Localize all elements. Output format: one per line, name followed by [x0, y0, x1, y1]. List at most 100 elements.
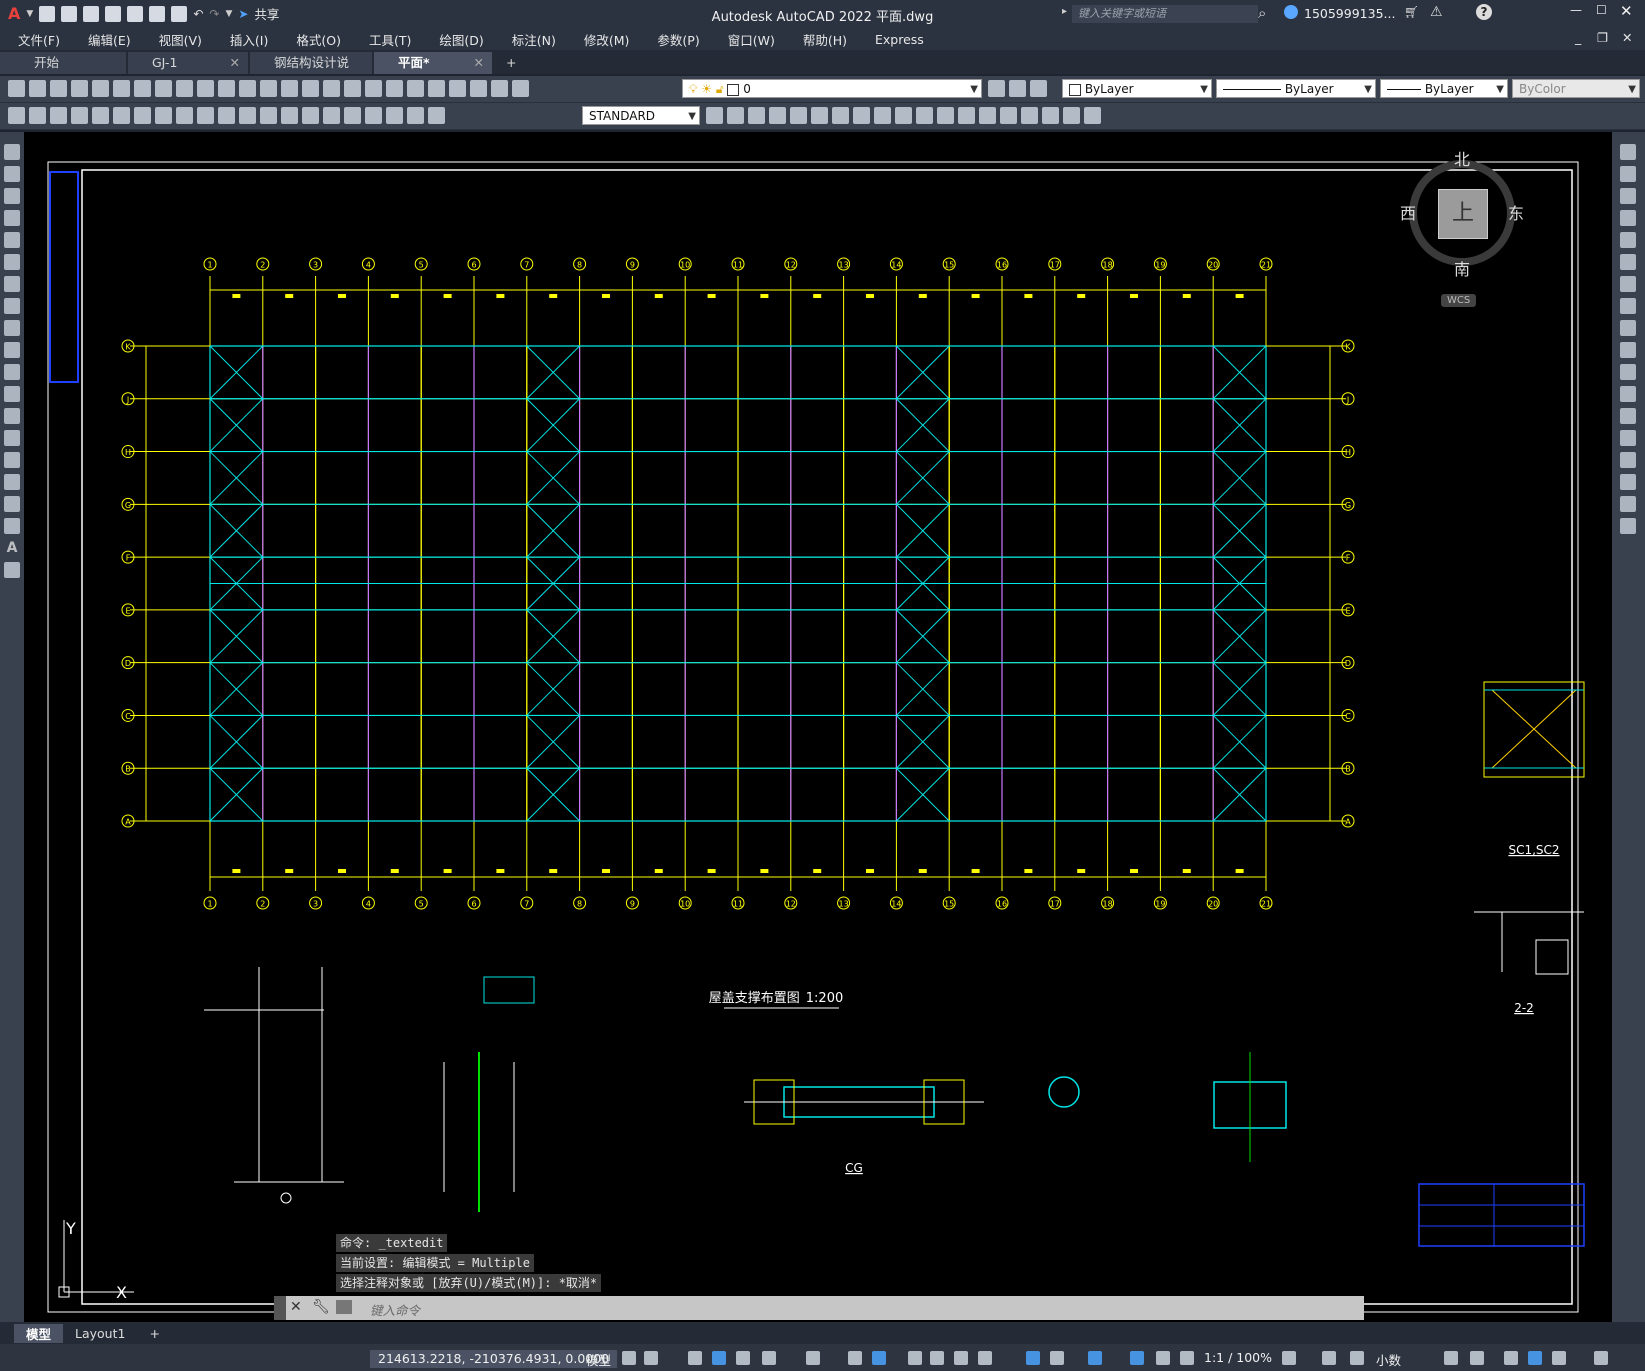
clean-screen-icon[interactable]	[1552, 1351, 1566, 1365]
open-icon[interactable]	[61, 5, 78, 22]
cart-icon[interactable]: 🛒︎	[1404, 5, 1419, 19]
trim-icon[interactable]	[1620, 342, 1636, 358]
object-snap-icon[interactable]	[872, 1351, 886, 1365]
minimize-icon[interactable]: —	[1570, 3, 1582, 17]
undo-icon[interactable]	[239, 80, 256, 97]
gizmo-icon[interactable]	[1088, 1351, 1102, 1365]
dim-ordinate-icon[interactable]	[71, 107, 88, 124]
dim-aligned-icon[interactable]	[29, 107, 46, 124]
menu-item-express[interactable]: Express	[857, 32, 934, 47]
user-icon[interactable]	[1284, 5, 1298, 19]
help-icon[interactable]: ?	[1476, 4, 1492, 20]
erase-icon[interactable]	[1620, 144, 1636, 160]
snap-icon[interactable]	[644, 1351, 658, 1365]
rectangle-icon[interactable]	[4, 232, 20, 248]
dimstyle-icon[interactable]	[706, 107, 723, 124]
infer-constraints-icon[interactable]	[688, 1351, 702, 1365]
units-icon[interactable]	[1350, 1351, 1364, 1365]
search-input[interactable]: 键入关键字或短语	[1072, 5, 1258, 23]
model-space-button[interactable]: 模型	[586, 1350, 611, 1369]
tool-palettes-icon[interactable]	[407, 80, 424, 97]
offset-icon[interactable]	[1620, 210, 1636, 226]
object-snap-tracking-icon[interactable]	[848, 1351, 862, 1365]
save-icon[interactable]	[83, 5, 100, 22]
insert-block-icon[interactable]	[4, 386, 20, 402]
tab-layout1[interactable]: Layout1	[63, 1326, 137, 1341]
share-button[interactable]: 共享	[254, 4, 279, 23]
wblock-icon[interactable]	[1021, 107, 1038, 124]
arc-icon[interactable]	[4, 254, 20, 270]
doc-close-icon[interactable]: ✕	[1622, 30, 1632, 45]
dynamic-input-icon[interactable]	[712, 1351, 726, 1365]
scale-icon[interactable]	[916, 107, 933, 124]
revcloud-icon[interactable]	[4, 298, 20, 314]
region-icon[interactable]	[4, 496, 20, 512]
pan-icon[interactable]	[281, 80, 298, 97]
layer-dropdown[interactable]: 💡︎ ☀ 🔓︎ 0 ▼	[682, 79, 982, 98]
doc-minimize-icon[interactable]: _	[1575, 30, 1581, 45]
annotation-monitor-icon[interactable]	[1322, 1351, 1336, 1365]
erase-icon[interactable]	[853, 107, 870, 124]
copy-icon[interactable]	[1620, 166, 1636, 182]
annotation-scale-value[interactable]: 1:1 / 100%	[1204, 1350, 1272, 1365]
layer-properties-icon[interactable]	[512, 80, 529, 97]
dim-diameter-icon[interactable]	[134, 107, 151, 124]
menu-item-file[interactable]: 文件(F)	[0, 30, 70, 49]
save-web-icon[interactable]	[149, 5, 166, 22]
group-icon[interactable]	[979, 107, 996, 124]
menu-item-parametric[interactable]: 参数(P)	[639, 30, 709, 49]
dim-edit-icon[interactable]	[365, 107, 382, 124]
menu-item-insert[interactable]: 插入(I)	[212, 30, 278, 49]
rotate-icon[interactable]	[874, 107, 891, 124]
stretch-icon[interactable]	[937, 107, 954, 124]
dim-space-icon[interactable]	[239, 107, 256, 124]
cut-icon[interactable]	[155, 80, 172, 97]
spline-icon[interactable]	[4, 320, 20, 336]
qnew-icon[interactable]	[8, 80, 25, 97]
menu-item-edit[interactable]: 编辑(E)	[70, 30, 141, 49]
polar-icon[interactable]	[762, 1351, 776, 1365]
tab-gj1[interactable]: GJ-1 ✕	[128, 52, 248, 74]
selection-cycling-icon[interactable]	[954, 1351, 968, 1365]
grid-icon[interactable]	[622, 1351, 636, 1365]
construction-line-icon[interactable]	[4, 166, 20, 182]
sheet-set-icon[interactable]	[428, 80, 445, 97]
save-as-icon[interactable]	[105, 5, 122, 22]
layer-state-icon[interactable]	[1030, 80, 1047, 97]
command-close-icon[interactable]: ✕	[290, 1299, 302, 1315]
command-line[interactable]: ✕ 🔧︎ 键入命令	[274, 1296, 1364, 1320]
new-tab-button[interactable]: +	[494, 52, 528, 74]
save-icon[interactable]	[50, 80, 67, 97]
isolate-objects-icon[interactable]	[1504, 1351, 1518, 1365]
dim-break-icon[interactable]	[260, 107, 277, 124]
workspace-gear-icon[interactable]	[1282, 1351, 1296, 1365]
3d-osnap-icon[interactable]	[978, 1351, 992, 1365]
undo-icon[interactable]: ↶	[193, 7, 203, 21]
color-dropdown[interactable]: ByLayer ▼	[1062, 79, 1212, 98]
match-prop-icon[interactable]	[218, 80, 235, 97]
dim-angular-icon[interactable]	[155, 107, 172, 124]
command-prompt-icon[interactable]	[336, 1300, 352, 1314]
autocad-logo-icon[interactable]: A	[8, 4, 20, 23]
chamfer-icon[interactable]	[1620, 452, 1636, 468]
command-customize-icon[interactable]: 🔧︎	[312, 1299, 330, 1315]
make-current-layer-icon[interactable]	[988, 80, 1005, 97]
blend-curves-icon[interactable]	[1620, 496, 1636, 512]
tab-steel-notes[interactable]: 钢结构设计说明✕	[250, 52, 372, 92]
dim-continue-icon[interactable]	[218, 107, 235, 124]
inspect-icon[interactable]	[323, 107, 340, 124]
tab-close-icon[interactable]: ✕	[230, 52, 240, 74]
ortho-icon[interactable]	[736, 1351, 750, 1365]
annotation-scale-icon[interactable]	[1180, 1351, 1194, 1365]
quick-dim-icon[interactable]	[176, 107, 193, 124]
lock-ui-icon[interactable]	[1470, 1351, 1484, 1365]
dim-style-icon[interactable]	[428, 107, 445, 124]
break-icon[interactable]	[1620, 408, 1636, 424]
doc-restore-icon[interactable]: ❐	[1597, 30, 1608, 45]
dim-radius-icon[interactable]	[92, 107, 109, 124]
menu-item-help[interactable]: 帮助(H)	[785, 30, 857, 49]
compass-north-label[interactable]: 北	[1454, 146, 1470, 170]
quick-properties-icon[interactable]	[1444, 1351, 1458, 1365]
explode-icon[interactable]	[958, 107, 975, 124]
annotation-visibility-icon[interactable]	[1130, 1351, 1144, 1365]
